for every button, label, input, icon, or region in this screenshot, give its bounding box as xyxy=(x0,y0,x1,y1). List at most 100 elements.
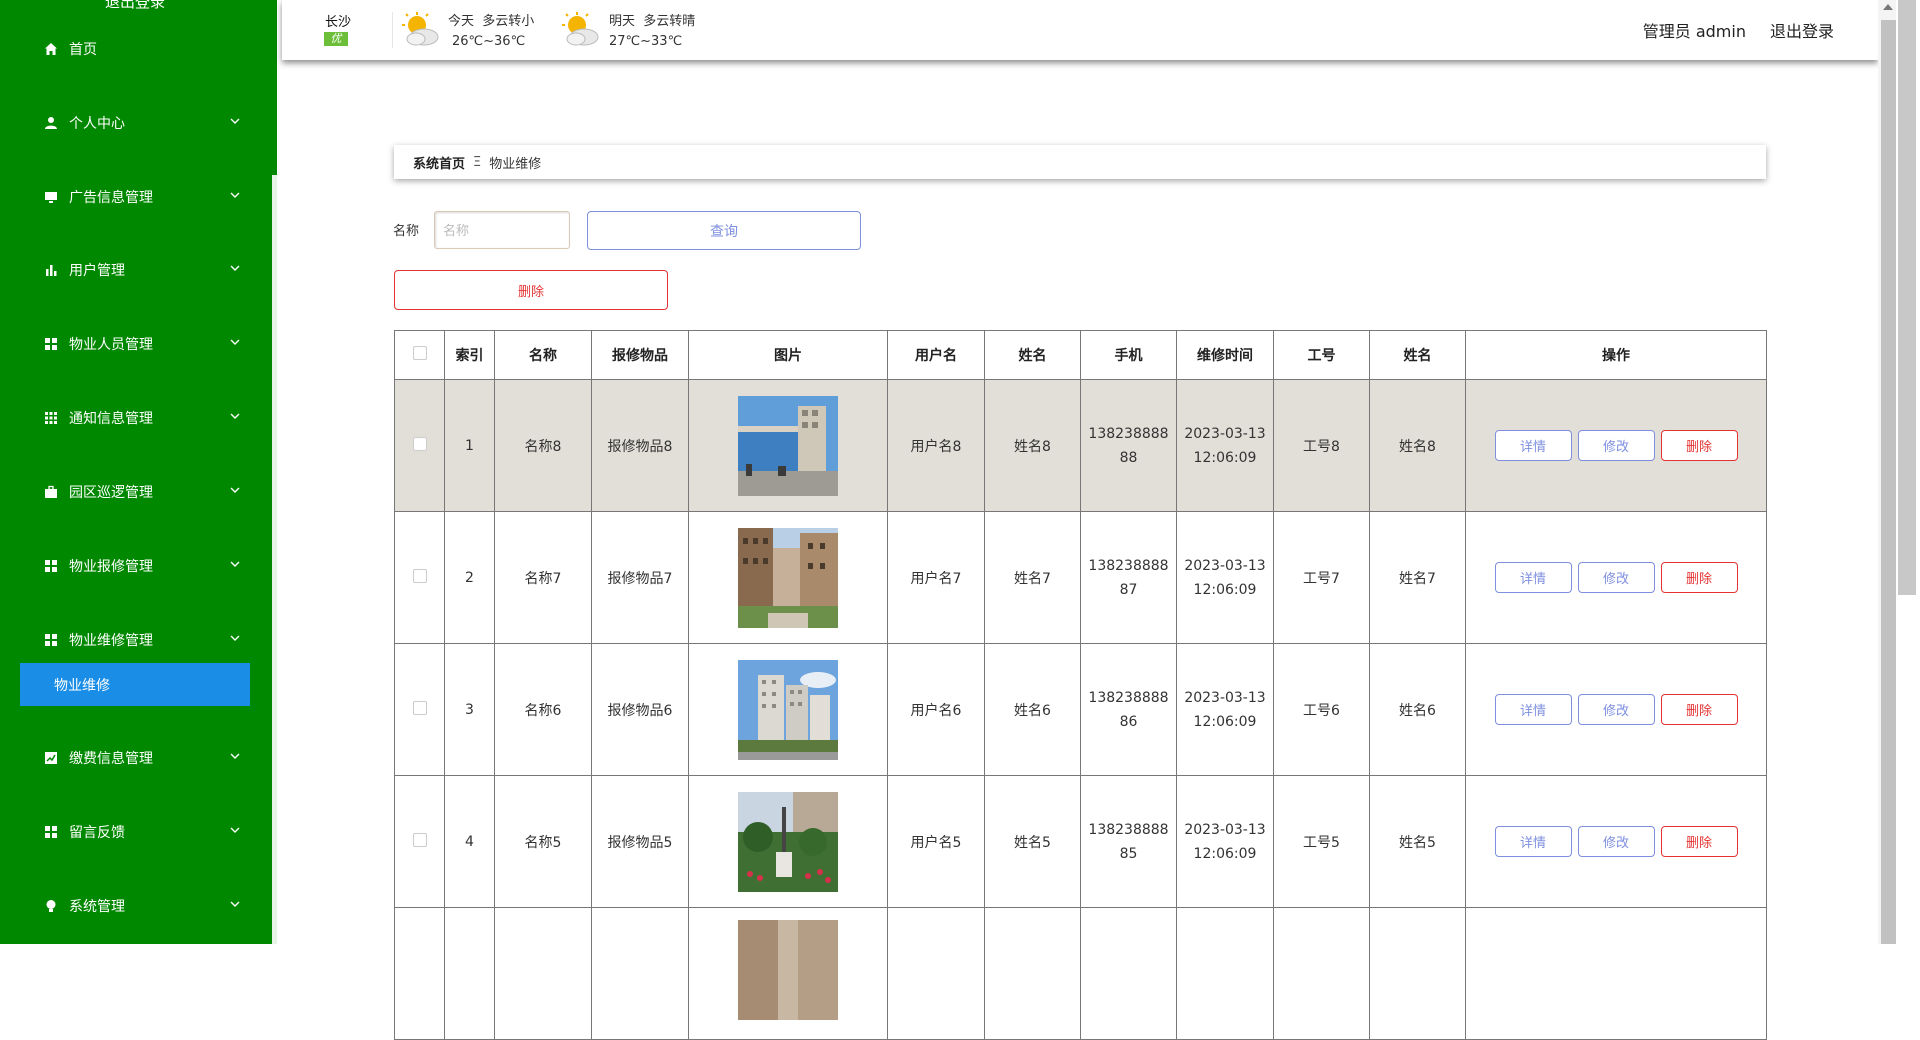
partly-cloudy-icon xyxy=(562,12,599,46)
building-photo[interactable] xyxy=(738,659,838,760)
weather-today-desc: 多云转小 xyxy=(482,14,535,29)
weather-tomorrow-label: 明天 xyxy=(609,14,636,29)
sidebar-scrollbar[interactable] xyxy=(272,175,277,944)
staff-cell: 姓名5 xyxy=(1369,775,1466,908)
sidebar-item-label: 物业维修管理 xyxy=(69,633,153,649)
row-checkbox[interactable] xyxy=(412,568,427,583)
staff-cell: 姓名7 xyxy=(1369,511,1466,644)
sidebar-item-maintenance-management[interactable]: 物业维修管理 xyxy=(0,620,277,660)
building-photo[interactable] xyxy=(738,395,838,496)
edit-button[interactable]: 修改 xyxy=(1577,694,1655,725)
sidebar-item-label: 物业报修管理 xyxy=(69,559,153,575)
delete-button[interactable]: 删除 xyxy=(1660,826,1738,857)
username-cell xyxy=(887,907,985,1040)
detail-button[interactable]: 详情 xyxy=(1494,826,1572,857)
delete-button[interactable]: 删除 xyxy=(1660,694,1738,725)
admin-user-label[interactable]: 管理员 admin xyxy=(1643,18,1746,42)
index-cell: 4 xyxy=(444,775,495,908)
scrollbar-thumb[interactable] xyxy=(1898,0,1916,595)
detail-button[interactable]: 详情 xyxy=(1494,694,1572,725)
time-cell: 2023-03-13 12:06:09 xyxy=(1176,643,1274,776)
sidebar-subitem-maintenance[interactable]: 物业维修 xyxy=(20,663,250,706)
garden-photo[interactable] xyxy=(738,791,838,892)
detail-button[interactable]: 详情 xyxy=(1494,562,1572,593)
delete-button[interactable]: 删除 xyxy=(1660,430,1738,461)
detail-button[interactable]: 详情 xyxy=(1494,430,1572,461)
column-header: 名称 xyxy=(494,330,592,380)
grid-icon xyxy=(43,632,59,648)
sidebar-item-label: 首页 xyxy=(69,42,97,58)
scrollbar-thumb[interactable] xyxy=(1881,20,1896,944)
actions-cell: 详情 修改 删除 xyxy=(1465,511,1767,644)
sidebar-logout-link[interactable]: 退出登录 xyxy=(105,0,165,12)
building-photo[interactable] xyxy=(738,920,838,1020)
sidebar-item-label: 用户管理 xyxy=(69,263,125,279)
column-header: 报修物品 xyxy=(591,330,689,380)
sidebar-item-label: 系统管理 xyxy=(69,899,125,915)
weather-today: 今天 多云转小 26℃~36℃ xyxy=(448,12,534,52)
grid-icon xyxy=(43,336,59,352)
phone-cell: 13823888887 xyxy=(1080,511,1177,644)
sidebar-item-repair-request-management[interactable]: 物业报修管理 xyxy=(0,546,277,586)
table-row[interactable]: 3 名称6 报修物品6 用户名6 姓名6 13823888886 2023-03… xyxy=(394,643,1767,776)
air-quality-badge: 优 xyxy=(324,32,348,46)
phone-cell: 13823888888 xyxy=(1080,379,1177,512)
sidebar-item-payment-management[interactable]: 缴费信息管理 xyxy=(0,738,277,778)
actions-cell: 详情 修改 删除 xyxy=(1465,775,1767,908)
query-button[interactable]: 查询 xyxy=(587,211,861,250)
sidebar-item-home[interactable]: 首页 xyxy=(0,29,277,69)
sidebar-item-label: 个人中心 xyxy=(69,116,125,132)
item-cell: 报修物品7 xyxy=(591,511,689,644)
sidebar-item-label: 缴费信息管理 xyxy=(69,751,153,767)
phone-cell: 13823888885 xyxy=(1080,775,1177,908)
table-row[interactable]: 2 名称7 报修物品7 用户名7 姓名7 13823888887 2023-03… xyxy=(394,511,1767,644)
sidebar-item-personal-center[interactable]: 个人中心 xyxy=(0,103,277,143)
edit-button[interactable]: 修改 xyxy=(1577,826,1655,857)
delete-button[interactable]: 删除 xyxy=(1660,562,1738,593)
item-cell xyxy=(591,907,689,1040)
row-select-cell xyxy=(394,775,445,908)
chevron-down-icon xyxy=(230,753,240,759)
sidebar-item-user-management[interactable]: 用户管理 xyxy=(0,250,277,290)
row-select-cell xyxy=(394,511,445,644)
sidebar-item-ad-management[interactable]: 广告信息管理 xyxy=(0,177,277,217)
edit-button[interactable]: 修改 xyxy=(1577,562,1655,593)
column-header: 工号 xyxy=(1273,330,1370,380)
row-checkbox[interactable] xyxy=(412,436,427,451)
select-all-checkbox[interactable] xyxy=(412,346,427,360)
actions-cell: 详情 修改 删除 xyxy=(1465,379,1767,512)
batch-delete-button[interactable]: 删除 xyxy=(394,270,668,310)
sidebar-item-patrol-management[interactable]: 园区巡逻管理 xyxy=(0,472,277,512)
top-header: 长沙 优 今天 多云转小 26℃~36℃ 明天 多云转晴 27℃~33℃ 管理员… xyxy=(282,0,1878,60)
table-header-row: 索引 名称 报修物品 图片 用户名 姓名 手机 维修时间 工号 姓名 操作 xyxy=(394,330,1767,380)
edit-button[interactable]: 修改 xyxy=(1577,430,1655,461)
image-cell xyxy=(688,907,888,1040)
page-scrollbar[interactable] xyxy=(1878,0,1920,944)
breadcrumb-home[interactable]: 系统首页 xyxy=(413,153,465,172)
column-header: 手机 xyxy=(1080,330,1177,380)
row-checkbox[interactable] xyxy=(412,832,427,847)
sidebar-item-label: 广告信息管理 xyxy=(69,190,153,206)
index-cell xyxy=(444,907,495,1040)
sidebar-item-feedback[interactable]: 留言反馈 xyxy=(0,812,277,852)
image-cell xyxy=(688,643,888,776)
sidebar-item-system-management[interactable]: 系统管理 xyxy=(0,886,277,926)
column-header: 图片 xyxy=(688,330,888,380)
trend-icon xyxy=(43,750,59,766)
row-select-cell xyxy=(394,643,445,776)
scroll-up-arrow-icon[interactable] xyxy=(1883,4,1893,10)
logout-link[interactable]: 退出登录 xyxy=(1770,18,1834,42)
name-cell: 名称8 xyxy=(494,379,592,512)
table-row[interactable]: 4 名称5 报修物品5 用户名5 姓名5 13823888885 2023-03… xyxy=(394,775,1767,908)
sidebar-item-staff-management[interactable]: 物业人员管理 xyxy=(0,324,277,364)
name-cell: 名称7 xyxy=(494,511,592,644)
item-cell: 报修物品5 xyxy=(591,775,689,908)
row-checkbox[interactable] xyxy=(412,700,427,715)
building-photo[interactable] xyxy=(738,527,838,628)
bulb-icon xyxy=(43,898,59,914)
sidebar-item-notice-management[interactable]: 通知信息管理 xyxy=(0,398,277,438)
search-name-input[interactable] xyxy=(434,211,570,249)
table-row[interactable] xyxy=(394,907,1767,1040)
table-row[interactable]: 1 名称8 报修物品8 用户名8 姓名8 13823888888 2023-03… xyxy=(394,379,1767,512)
chevron-down-icon xyxy=(230,827,240,833)
